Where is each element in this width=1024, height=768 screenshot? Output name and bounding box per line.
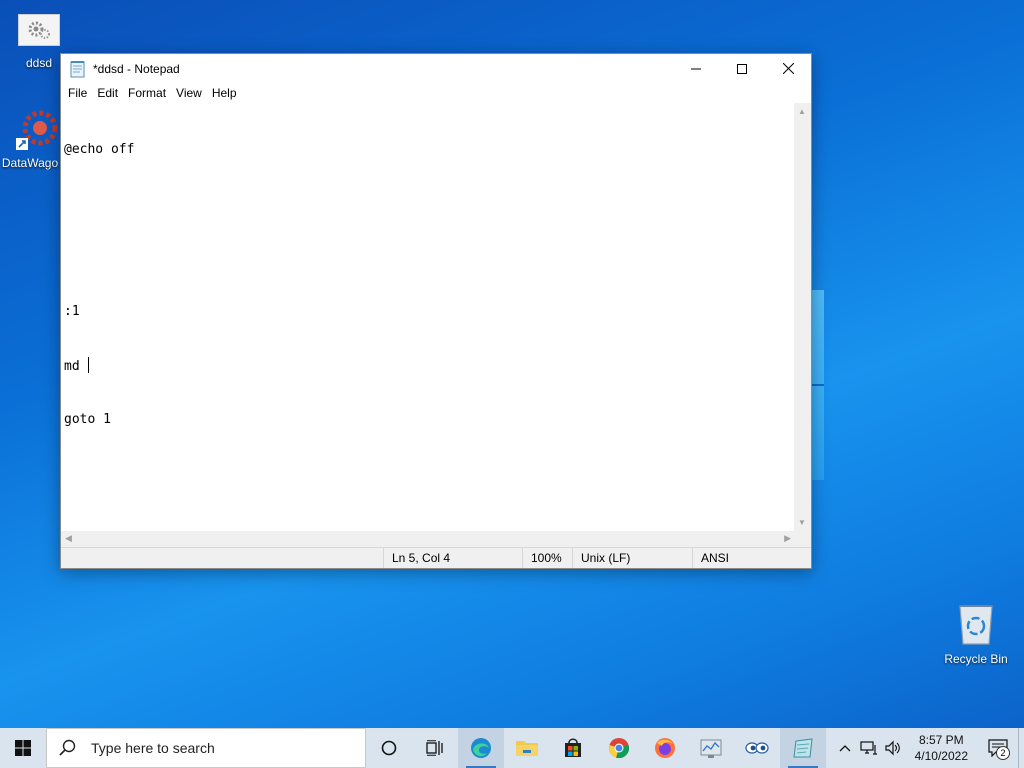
show-hidden-icons-button[interactable] bbox=[833, 728, 857, 768]
minimize-button[interactable] bbox=[673, 54, 719, 83]
task-view-icon bbox=[426, 740, 443, 756]
minimize-icon bbox=[691, 68, 701, 69]
close-icon bbox=[782, 63, 794, 74]
title-bar[interactable]: *ddsd - Notepad bbox=[61, 54, 811, 83]
menu-file[interactable]: File bbox=[63, 86, 92, 100]
show-desktop-button[interactable] bbox=[1018, 728, 1024, 768]
taskbar-app[interactable] bbox=[688, 728, 734, 768]
editor-line: @echo off bbox=[64, 142, 135, 157]
volume-button[interactable] bbox=[881, 728, 905, 768]
scroll-left-icon[interactable]: ◀ bbox=[65, 533, 72, 544]
system-tray: 8:57 PM 4/10/2022 2 bbox=[833, 728, 1024, 768]
status-position: Ln 5, Col 4 bbox=[383, 548, 522, 568]
maximize-button[interactable] bbox=[719, 54, 765, 83]
notepad-icon bbox=[69, 60, 87, 78]
cortana-icon bbox=[381, 740, 397, 756]
window-title: *ddsd - Notepad bbox=[93, 61, 180, 76]
start-button[interactable] bbox=[0, 728, 46, 768]
menu-edit[interactable]: Edit bbox=[92, 86, 123, 100]
scrollbar-corner bbox=[794, 531, 811, 548]
edge-icon bbox=[471, 738, 491, 758]
firefox-icon bbox=[655, 738, 675, 758]
action-center-button[interactable]: 2 bbox=[978, 728, 1018, 768]
search-icon bbox=[59, 739, 76, 756]
clock-time: 8:57 PM bbox=[918, 733, 964, 747]
datawago-icon bbox=[14, 108, 58, 152]
file-explorer-icon bbox=[516, 741, 538, 756]
taskbar-edge[interactable] bbox=[458, 728, 504, 768]
chevron-up-icon bbox=[839, 745, 851, 752]
search-placeholder: Type here to search bbox=[91, 740, 215, 756]
taskbar-notepad[interactable] bbox=[780, 728, 826, 768]
horizontal-scrollbar[interactable]: ◀ ▶ bbox=[61, 531, 795, 548]
desktop-icon-recycle-bin[interactable]: Recycle Bin bbox=[940, 600, 1012, 666]
scroll-up-icon[interactable]: ▲ bbox=[798, 107, 806, 116]
scroll-down-icon[interactable]: ▼ bbox=[798, 518, 806, 527]
taskbar: Type here to search 8:57 PM 4/10/2022 2 bbox=[0, 728, 1024, 768]
taskbar-file-explorer[interactable] bbox=[504, 728, 550, 768]
menu-bar: File Edit Format View Help bbox=[61, 83, 811, 103]
speaker-icon bbox=[885, 740, 900, 756]
clock-date: 4/10/2022 bbox=[914, 749, 968, 763]
notification-count-badge: 2 bbox=[996, 746, 1010, 760]
clock[interactable]: 8:57 PM 4/10/2022 bbox=[905, 732, 978, 764]
task-view-button[interactable] bbox=[412, 728, 458, 768]
desktop-icon-label: DataWago bbox=[1, 156, 59, 170]
text-editor[interactable]: @echo off :1 md goto 1 bbox=[61, 103, 795, 531]
recycle-bin-icon bbox=[954, 600, 998, 646]
search-box[interactable]: Type here to search bbox=[46, 728, 366, 768]
status-encoding: ANSI bbox=[692, 548, 811, 568]
chrome-icon bbox=[609, 738, 629, 759]
taskbar-store[interactable] bbox=[550, 728, 596, 768]
close-button[interactable] bbox=[765, 54, 811, 83]
network-icon bbox=[860, 741, 877, 755]
windows-logo-icon bbox=[15, 740, 31, 756]
menu-format[interactable]: Format bbox=[123, 86, 171, 100]
desktop-icon-label: Recycle Bin bbox=[944, 652, 1008, 666]
wallpaper-beam-divider bbox=[812, 384, 824, 386]
app-icon bbox=[700, 739, 722, 758]
text-caret bbox=[88, 357, 90, 373]
editor-line: goto 1 bbox=[64, 412, 111, 427]
gear-file-icon bbox=[18, 14, 60, 46]
taskbar-firefox[interactable] bbox=[642, 728, 688, 768]
eyes-app-icon bbox=[745, 742, 769, 754]
editor-line: :1 bbox=[64, 304, 80, 319]
status-line-ending: Unix (LF) bbox=[572, 548, 692, 568]
store-icon bbox=[565, 738, 581, 757]
scroll-right-icon[interactable]: ▶ bbox=[784, 533, 791, 544]
taskbar-eyes-app[interactable] bbox=[734, 728, 780, 768]
notepad-icon bbox=[793, 738, 813, 758]
editor-line-text: md bbox=[64, 359, 88, 374]
status-bar: Ln 5, Col 4 100% Unix (LF) ANSI bbox=[61, 547, 811, 568]
menu-view[interactable]: View bbox=[171, 86, 207, 100]
editor-line-current: md bbox=[64, 357, 795, 375]
notepad-window: *ddsd - Notepad File Edit Format View He… bbox=[60, 53, 812, 569]
cortana-button[interactable] bbox=[366, 728, 412, 768]
menu-help[interactable]: Help bbox=[207, 86, 242, 100]
vertical-scrollbar[interactable]: ▲ ▼ bbox=[794, 103, 811, 531]
network-button[interactable] bbox=[857, 728, 881, 768]
desktop-icon-datawago[interactable]: DataWago bbox=[0, 108, 60, 170]
maximize-icon bbox=[737, 63, 747, 74]
status-zoom: 100% bbox=[522, 548, 572, 568]
taskbar-chrome[interactable] bbox=[596, 728, 642, 768]
